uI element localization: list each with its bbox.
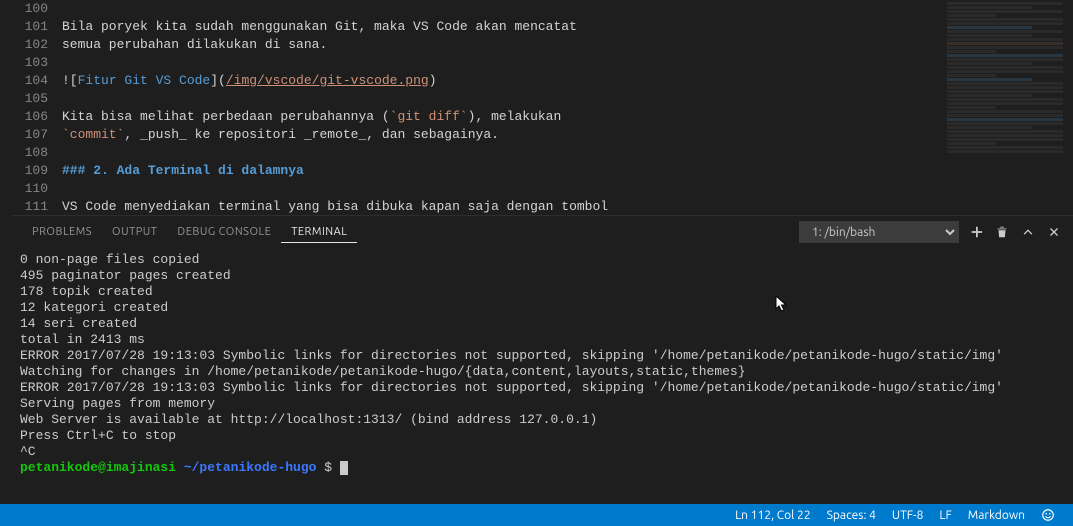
- line-number: 110: [12, 180, 48, 198]
- terminal-line: ERROR 2017/07/28 19:13:03 Symbolic links…: [20, 348, 1065, 364]
- code-line[interactable]: Kita bisa melihat perbedaan perubahannya…: [62, 108, 943, 126]
- feedback-icon[interactable]: [1033, 508, 1063, 522]
- code-content[interactable]: Bila poryek kita sudah menggunakan Git, …: [62, 0, 943, 215]
- gutter: [0, 0, 12, 504]
- status-eol[interactable]: LF: [931, 509, 959, 522]
- code-line[interactable]: semua perubahan dilakukan di sana.: [62, 36, 943, 54]
- terminal-line: Press Ctrl+C to stop: [20, 428, 1065, 444]
- panel-tabs: PROBLEMS OUTPUT DEBUG CONSOLE TERMINAL 1…: [12, 216, 1073, 248]
- tab-problems[interactable]: PROBLEMS: [22, 222, 102, 242]
- status-lang[interactable]: Markdown: [960, 509, 1033, 522]
- terminal-line: Web Server is available at http://localh…: [20, 412, 1065, 428]
- kill-terminal-icon[interactable]: [993, 223, 1011, 241]
- editor-pane[interactable]: 100101102103104105106107108109110111 Bil…: [12, 0, 1073, 215]
- status-bar: Ln 112, Col 22 Spaces: 4 UTF-8 LF Markdo…: [0, 504, 1073, 526]
- status-lncol[interactable]: Ln 112, Col 22: [727, 509, 819, 522]
- code-line[interactable]: Bila poryek kita sudah menggunakan Git, …: [62, 18, 943, 36]
- code-line[interactable]: `commit`, _push_ ke repositori _remote_,…: [62, 126, 943, 144]
- line-number: 111: [12, 198, 48, 216]
- line-number: 108: [12, 144, 48, 162]
- terminal-cursor: [340, 461, 348, 475]
- line-number: 107: [12, 126, 48, 144]
- code-line[interactable]: [62, 180, 943, 198]
- status-spaces[interactable]: Spaces: 4: [819, 509, 884, 522]
- terminal-line: 14 seri created: [20, 316, 1065, 332]
- code-line[interactable]: ### 2. Ada Terminal di dalamnya: [62, 162, 943, 180]
- new-terminal-icon[interactable]: [967, 223, 985, 241]
- tab-debug-console[interactable]: DEBUG CONSOLE: [167, 222, 281, 242]
- line-number: 109: [12, 162, 48, 180]
- terminal-line: 495 paginator pages created: [20, 268, 1065, 284]
- tab-output[interactable]: OUTPUT: [102, 222, 167, 242]
- terminal-selector[interactable]: 1: /bin/bash: [799, 221, 959, 243]
- panel: PROBLEMS OUTPUT DEBUG CONSOLE TERMINAL 1…: [12, 215, 1073, 502]
- code-line[interactable]: [62, 54, 943, 72]
- status-encoding[interactable]: UTF-8: [884, 509, 931, 522]
- code-line[interactable]: VS Code menyediakan terminal yang bisa d…: [62, 198, 943, 216]
- terminal-line: Serving pages from memory: [20, 396, 1065, 412]
- terminal-prompt[interactable]: petanikode@imajinasi ~/petanikode-hugo $: [20, 460, 1065, 476]
- line-number: 105: [12, 90, 48, 108]
- code-line[interactable]: [62, 0, 943, 18]
- line-numbers: 100101102103104105106107108109110111: [12, 0, 62, 215]
- terminal-content[interactable]: 0 non-page files copied495 paginator pag…: [12, 248, 1073, 502]
- tab-terminal[interactable]: TERMINAL: [281, 222, 357, 243]
- line-number: 102: [12, 36, 48, 54]
- line-number: 101: [12, 18, 48, 36]
- line-number: 104: [12, 72, 48, 90]
- code-line[interactable]: [62, 144, 943, 162]
- terminal-line: ERROR 2017/07/28 19:13:03 Symbolic links…: [20, 380, 1065, 396]
- line-number: 100: [12, 0, 48, 18]
- minimap[interactable]: [943, 0, 1073, 215]
- code-line[interactable]: [62, 90, 943, 108]
- terminal-line: 12 kategori created: [20, 300, 1065, 316]
- maximize-panel-icon[interactable]: [1019, 223, 1037, 241]
- terminal-line: 0 non-page files copied: [20, 252, 1065, 268]
- line-number: 106: [12, 108, 48, 126]
- code-line[interactable]: ![Fitur Git VS Code](/img/vscode/git-vsc…: [62, 72, 943, 90]
- line-number: 103: [12, 54, 48, 72]
- terminal-line: 178 topik created: [20, 284, 1065, 300]
- close-panel-icon[interactable]: [1045, 223, 1063, 241]
- terminal-line: total in 2413 ms: [20, 332, 1065, 348]
- terminal-line: Watching for changes in /home/petanikode…: [20, 364, 1065, 380]
- terminal-line: ^C: [20, 444, 1065, 460]
